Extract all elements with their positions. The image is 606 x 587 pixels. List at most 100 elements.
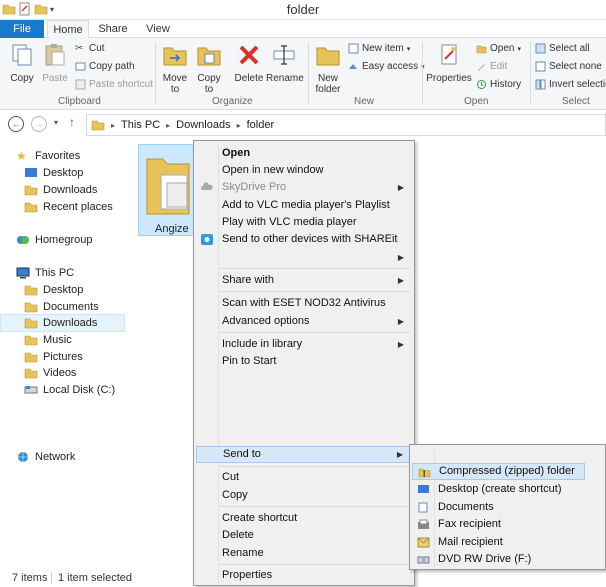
submenu-arrow-icon: ▶ — [397, 317, 404, 326]
new-group-label: New — [354, 96, 375, 107]
item-count: 7 items — [12, 572, 48, 584]
recent-locations-icon[interactable]: ▾ — [54, 118, 58, 127]
nav-videos[interactable]: Videos — [24, 365, 76, 381]
ribbon-separator — [422, 42, 423, 104]
menu-create-shortcut[interactable]: Create shortcut — [196, 510, 412, 527]
documents-icon — [418, 502, 428, 513]
menu-rename[interactable]: Rename — [196, 545, 412, 562]
organize-group-label: Organize — [212, 96, 253, 107]
menu-vlc-playlist[interactable]: Add to VLC media player's Playlist — [196, 197, 412, 214]
new-item-button[interactable]: New item ▾ — [348, 43, 410, 54]
send-to-compressed[interactable]: Compressed (zipped) folder — [412, 463, 585, 480]
nav-pc-downloads[interactable]: Downloads — [0, 314, 125, 332]
breadcrumb-separator-icon: ▸ — [111, 120, 116, 130]
nav-downloads[interactable]: Downloads — [24, 182, 97, 198]
address-bar[interactable]: ▸ This PC ▸ Downloads ▸ folder — [86, 114, 606, 136]
menu-vlc-play[interactable]: Play with VLC media player — [196, 214, 412, 231]
selection-count: 1 item selected — [58, 572, 132, 584]
nav-favorites[interactable]: ★ Favorites — [16, 148, 80, 164]
menu-separator — [220, 466, 410, 467]
copy-to-icon — [197, 47, 221, 66]
menu-cut[interactable]: Cut — [196, 469, 412, 486]
open-button[interactable]: Open ▾ — [476, 43, 521, 54]
nav-recent-places[interactable]: Recent places — [24, 199, 113, 215]
invert-selection-button[interactable]: Invert selection — [535, 79, 606, 90]
menu-advanced-options[interactable]: Advanced options ▶ — [196, 313, 412, 330]
tab-file[interactable]: File — [0, 20, 44, 38]
breadcrumb-folder[interactable]: folder — [247, 119, 275, 131]
star-icon: ★ — [16, 149, 27, 163]
back-button[interactable]: ← — [8, 116, 24, 132]
copy-button[interactable]: Copy — [6, 42, 38, 84]
open-group-label: Open — [464, 96, 489, 107]
menu-scan-eset[interactable]: Scan with ESET NOD32 Antivirus — [196, 295, 412, 312]
menu-copy[interactable]: Copy — [196, 487, 412, 504]
tab-home[interactable]: Home — [47, 20, 89, 39]
menu-pin-start[interactable]: Pin to Start — [196, 353, 412, 370]
send-to-fax[interactable]: Fax recipient — [412, 516, 585, 533]
menu-open[interactable]: Open — [196, 145, 412, 162]
breadcrumb-this-pc[interactable]: This PC — [121, 119, 160, 131]
send-to-documents[interactable]: Documents — [412, 499, 585, 516]
select-group-label: Select — [562, 96, 590, 107]
menu-separator — [220, 506, 410, 507]
paste-shortcut-button[interactable]: Paste shortcut — [75, 79, 153, 90]
nav-local-disk[interactable]: Local Disk (C:) — [24, 382, 115, 398]
nav-this-pc[interactable]: This PC — [16, 265, 74, 281]
nav-network[interactable]: Network — [16, 449, 75, 465]
send-to-dvd[interactable]: DVD RW Drive (F:) — [412, 551, 585, 568]
up-arrow-icon[interactable]: ↑ — [69, 115, 75, 129]
rename-button[interactable]: Rename — [266, 42, 304, 84]
copy-path-button[interactable]: Copy path — [75, 61, 135, 72]
submenu-arrow-icon: ▶ — [397, 276, 404, 285]
forward-button[interactable]: → — [31, 116, 47, 132]
menu-empty-submenu[interactable]: ▶ — [196, 249, 412, 266]
copy-path-icon — [75, 62, 86, 71]
menu-delete[interactable]: Delete — [196, 527, 412, 544]
submenu-arrow-icon: ▶ — [397, 340, 404, 349]
menu-share-with[interactable]: Share with ▶ — [196, 272, 412, 289]
fax-icon — [418, 519, 429, 529]
menu-send-to[interactable]: Send to ▶ — [196, 446, 412, 463]
properties-icon — [441, 44, 457, 65]
ribbon-separator — [530, 42, 531, 104]
select-none-button[interactable]: Select none — [535, 61, 602, 72]
new-folder-button[interactable]: New folder — [312, 42, 344, 95]
select-none-icon — [535, 61, 546, 72]
music-folder-icon — [24, 335, 38, 346]
folder-item-label: Angize — [155, 223, 189, 235]
nav-desktop[interactable]: Desktop — [24, 165, 83, 181]
tab-view[interactable]: View — [142, 20, 174, 38]
properties-button[interactable]: Properties — [426, 42, 472, 84]
nav-music[interactable]: Music — [24, 332, 72, 348]
edit-button[interactable]: Edit — [476, 61, 507, 72]
nav-documents[interactable]: Documents — [24, 299, 99, 315]
menu-open-new-window[interactable]: Open in new window — [196, 162, 412, 179]
easy-access-button[interactable]: Easy access ▾ — [348, 61, 425, 72]
nav-homegroup[interactable]: Homegroup — [16, 232, 92, 248]
send-to-mail[interactable]: Mail recipient — [412, 534, 585, 551]
breadcrumb-downloads[interactable]: Downloads — [176, 119, 230, 131]
delete-button[interactable]: Delete — [233, 42, 265, 84]
send-to-desktop[interactable]: Desktop (create shortcut) — [412, 481, 585, 498]
mail-icon — [417, 537, 430, 548]
history-button[interactable]: History — [476, 79, 521, 90]
copy-to-button[interactable]: Copy to — [194, 42, 224, 95]
move-to-button[interactable]: Move to — [160, 42, 190, 95]
menu-include-library[interactable]: Include in library ▶ — [196, 336, 412, 353]
menu-skydrive-pro[interactable]: SkyDrive Pro ▶ — [196, 179, 412, 196]
desktop-icon — [25, 168, 37, 177]
nav-pc-desktop[interactable]: Desktop — [24, 282, 83, 298]
nav-pictures[interactable]: Pictures — [24, 349, 83, 365]
breadcrumb-separator-icon: ▸ — [236, 120, 241, 130]
paste-button[interactable]: Paste — [40, 42, 70, 84]
menu-shareit[interactable]: Send to other devices with SHAREit — [196, 231, 412, 248]
menu-properties[interactable]: Properties — [196, 567, 412, 584]
drive-icon — [24, 386, 38, 394]
cut-button[interactable]: ✂ Cut — [75, 43, 105, 54]
navigation-pane: ★ Favorites Desktop Downloads Recent pla… — [0, 140, 126, 570]
tab-share[interactable]: Share — [95, 20, 131, 38]
context-menu: Open Open in new window SkyDrive Pro ▶ A… — [193, 140, 415, 586]
select-all-button[interactable]: Select all — [535, 43, 590, 54]
invert-selection-icon — [535, 79, 546, 90]
